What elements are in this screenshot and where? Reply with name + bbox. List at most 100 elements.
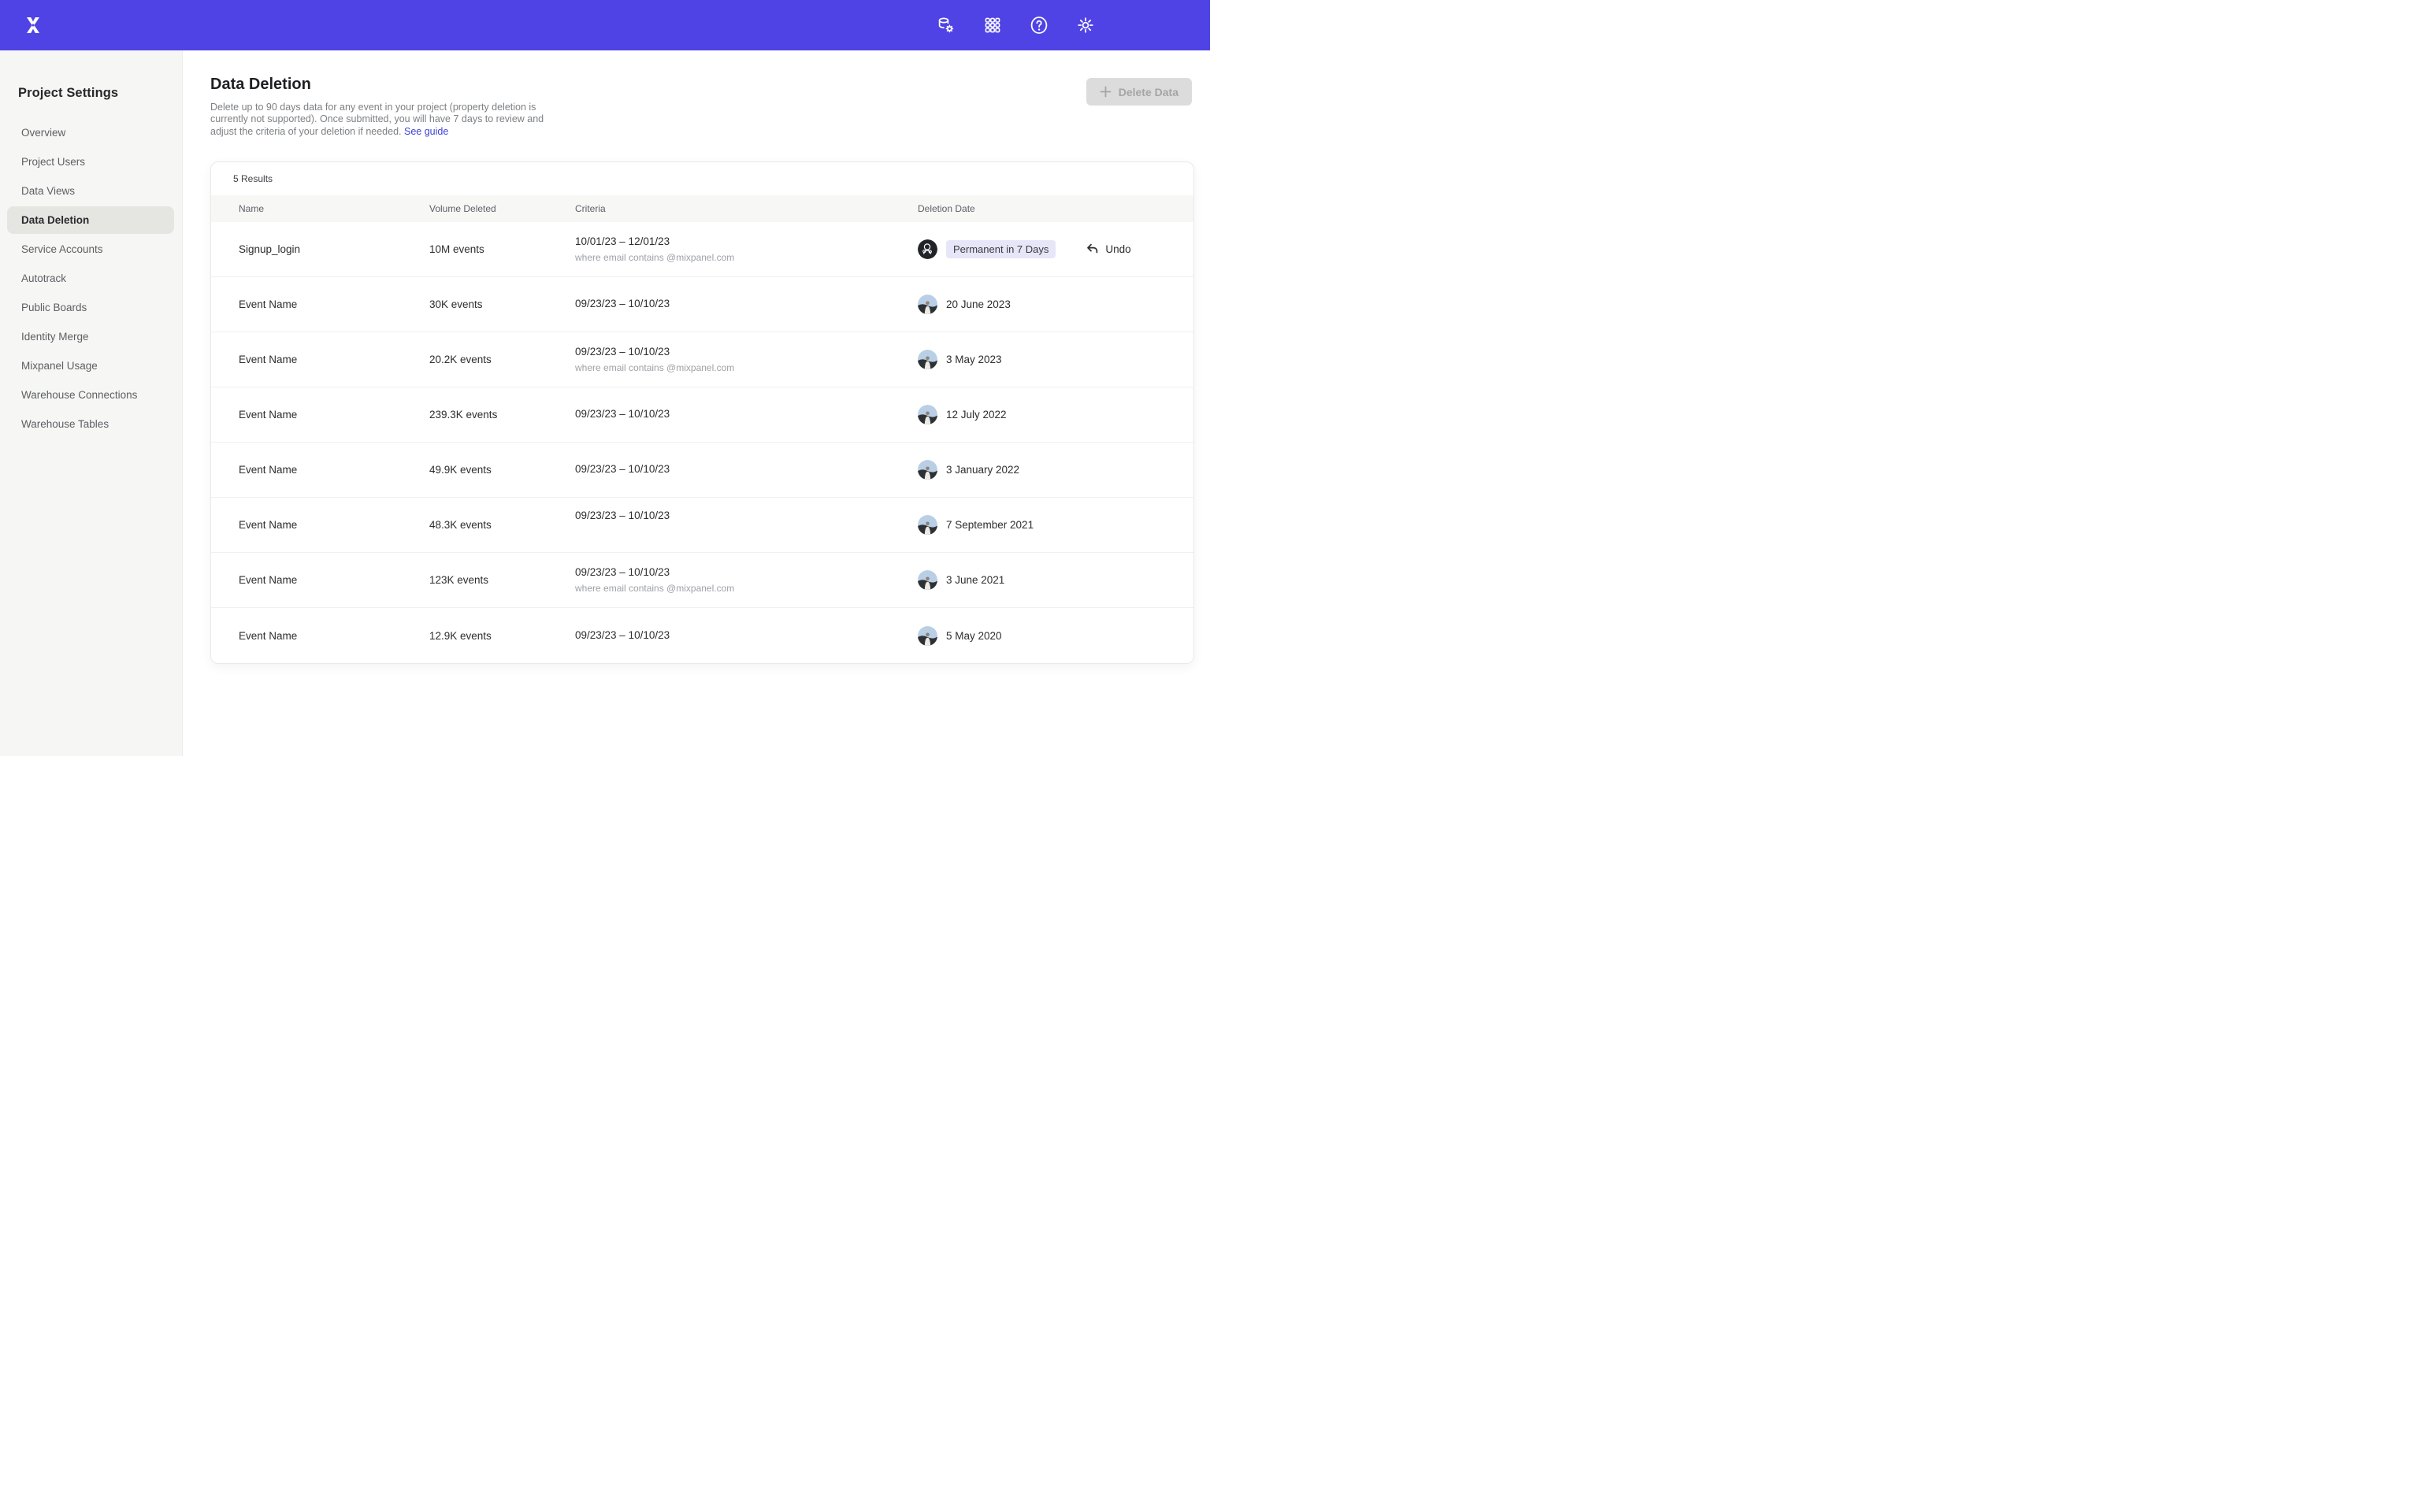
table-row[interactable]: Event Name 123K events 09/23/23 – 10/10/… [211,553,1193,608]
deletion-date-cell: Permanent in 7 Days Undo [918,239,1193,259]
criteria-cell: 09/23/23 – 10/10/23 [575,629,918,642]
volume-deleted: 123K events [429,574,575,586]
deletion-date: 3 May 2023 [946,354,1002,365]
page-header: Data Deletion Delete up to 90 days data … [210,76,573,138]
deletion-date-cell: 12 July 2022 [918,405,1193,424]
user-avatar [918,460,937,480]
criteria-filter: where email contains @mixpanel.com [575,362,918,373]
criteria-filter: where email contains @mixpanel.com [575,252,918,263]
data-pipeline-icon[interactable] [936,15,956,35]
see-guide-link[interactable]: See guide [404,126,448,137]
criteria-date-range: 09/23/23 – 10/10/23 [575,298,918,310]
deletion-date-cell: 3 January 2022 [918,460,1193,480]
table-row[interactable]: Event Name 12.9K events 09/23/23 – 10/10… [211,608,1193,663]
sidebar-item-data-deletion[interactable]: Data Deletion [0,206,182,235]
user-avatar [918,570,937,590]
mixpanel-logo-icon[interactable] [22,14,44,36]
settings-gear-icon[interactable] [1075,15,1096,35]
deletion-date: 5 May 2020 [946,630,1002,642]
volume-deleted: 12.9K events [429,630,575,642]
deletion-date-cell: 5 May 2020 [918,626,1193,646]
criteria-cell: 09/23/23 – 10/10/23 where email contains… [575,346,918,374]
sidebar-item-identity-merge[interactable]: Identity Merge [0,322,182,351]
mixpanel-logo-glyph [24,16,43,35]
criteria-date-range: 09/23/23 – 10/10/23 [575,408,918,421]
project-settings-sidebar: Project Settings Overview Project Users … [0,50,183,756]
results-count: 5 Results [211,162,1193,195]
table-row[interactable]: Event Name 239.3K events 09/23/23 – 10/1… [211,387,1193,443]
criteria-cell: 09/23/23 – 10/10/23 [575,408,918,421]
criteria-cell: 10/01/23 – 12/01/23 where email contains… [575,235,918,264]
event-name: Event Name [239,298,429,310]
column-header-name: Name [239,203,429,214]
criteria-date-range: 09/23/23 – 10/10/23 [575,463,918,476]
sidebar-nav: Overview Project Users Data Views Data D… [0,118,182,439]
criteria-date-range: 09/23/23 – 10/10/23 [575,346,918,358]
topbar-icon-group [936,0,1096,50]
user-avatar [918,405,937,424]
apps-grid-icon[interactable] [982,15,1003,35]
deletion-date: 3 June 2021 [946,574,1004,586]
criteria-date-range: 09/23/23 – 10/10/23 [575,510,918,522]
column-header-volume-deleted: Volume Deleted [429,203,575,214]
sidebar-item-warehouse-tables[interactable]: Warehouse Tables [0,410,182,439]
volume-deleted: 239.3K events [429,409,575,421]
user-avatar [918,626,937,646]
page-description: Delete up to 90 days data for any event … [210,102,562,138]
top-navigation-bar [0,0,1210,50]
undo-button[interactable]: Undo [1085,242,1130,257]
user-avatar [918,515,937,535]
volume-deleted: 49.9K events [429,464,575,476]
table-row[interactable]: Event Name 20.2K events 09/23/23 – 10/10… [211,332,1193,387]
criteria-filter: where email contains @mixpanel.com [575,583,918,594]
volume-deleted: 30K events [429,298,575,310]
event-name: Event Name [239,354,429,365]
sidebar-item-overview[interactable]: Overview [0,118,182,147]
plus-icon [1100,86,1112,98]
deletion-date-cell: 7 September 2021 [918,515,1193,535]
help-icon[interactable] [1029,15,1049,35]
sidebar-item-autotrack[interactable]: Autotrack [0,264,182,293]
table-row[interactable]: Signup_login 10M events 10/01/23 – 12/01… [211,222,1193,277]
sidebar-item-public-boards[interactable]: Public Boards [0,293,182,322]
criteria-date-range: 09/23/23 – 10/10/23 [575,629,918,642]
column-header-deletion-date: Deletion Date [918,203,1193,214]
deletion-date-cell: 20 June 2023 [918,295,1193,314]
deletion-date: 12 July 2022 [946,409,1007,421]
event-name: Event Name [239,519,429,531]
page-title: Data Deletion [210,76,573,94]
app-window: Project Settings Overview Project Users … [0,0,1210,756]
criteria-cell: 09/23/23 – 10/10/23 [575,463,918,476]
status-badge: Permanent in 7 Days [946,240,1056,258]
event-name: Event Name [239,409,429,421]
undo-label: Undo [1105,243,1130,255]
volume-deleted: 48.3K events [429,519,575,531]
deletion-date-cell: 3 June 2021 [918,570,1193,590]
sidebar-item-service-accounts[interactable]: Service Accounts [0,235,182,264]
deletion-date: 20 June 2023 [946,298,1011,310]
criteria-date-range: 10/01/23 – 12/01/23 [575,235,918,248]
deletion-date: 3 January 2022 [946,464,1019,476]
undo-icon [1085,242,1100,257]
user-avatar [918,350,937,369]
table-row[interactable]: Event Name 30K events 09/23/23 – 10/10/2… [211,277,1193,332]
deletion-requests-card: 5 Results Name Volume Deleted Criteria D… [210,161,1194,664]
deletion-date: 7 September 2021 [946,519,1034,531]
user-avatar [918,295,937,314]
sidebar-item-project-users[interactable]: Project Users [0,147,182,176]
criteria-cell: 09/23/23 – 10/10/23 where email contains… [575,566,918,595]
deletion-date-cell: 3 May 2023 [918,350,1193,369]
sidebar-item-warehouse-connections[interactable]: Warehouse Connections [0,380,182,410]
column-header-criteria: Criteria [575,203,918,214]
user-avatar [918,239,937,259]
volume-deleted: 10M events [429,243,575,255]
volume-deleted: 20.2K events [429,354,575,365]
table-row[interactable]: Event Name 49.9K events 09/23/23 – 10/10… [211,443,1193,498]
sidebar-item-data-views[interactable]: Data Views [0,176,182,206]
event-name: Event Name [239,630,429,642]
sidebar-heading: Project Settings [0,50,182,101]
sidebar-item-mixpanel-usage[interactable]: Mixpanel Usage [0,351,182,380]
table-row[interactable]: Event Name 48.3K events 09/23/23 – 10/10… [211,498,1193,553]
criteria-cell: 09/23/23 – 10/10/23 [575,510,918,522]
delete-data-button[interactable]: Delete Data [1086,78,1192,106]
